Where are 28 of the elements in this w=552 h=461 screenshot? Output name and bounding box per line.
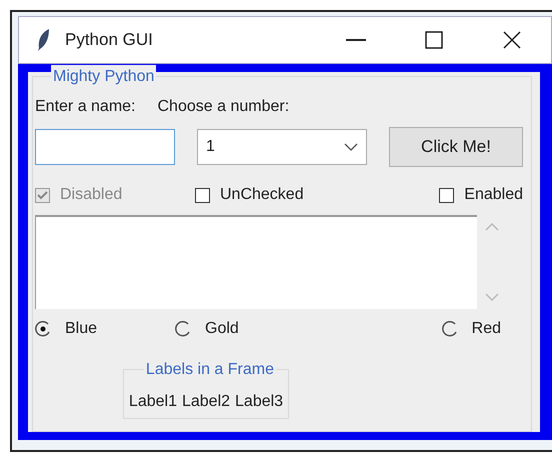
close-icon [503, 31, 521, 49]
text-area[interactable] [35, 215, 477, 309]
window-title: Python GUI [65, 29, 153, 52]
scroll-down-icon[interactable] [485, 293, 499, 301]
checkbox[interactable] [439, 188, 454, 202]
minimize-icon [346, 39, 366, 41]
dropdown-icon [344, 143, 358, 151]
checkbox[interactable] [195, 188, 210, 202]
radio-label: Blue [65, 319, 98, 339]
checkbox-label: UnChecked [220, 185, 304, 205]
click-me-button[interactable]: Click Me! [389, 127, 523, 167]
radio-label: Gold [205, 319, 239, 339]
name-label: Enter a name: [35, 97, 136, 117]
number-label: Choose a number: [158, 97, 290, 117]
label-text: Label1 [128, 392, 177, 412]
feather-icon [37, 28, 51, 52]
radio-button[interactable] [35, 321, 51, 337]
checkbox-label: Enabled [464, 185, 523, 205]
checkbox-label: Disabled [60, 185, 122, 205]
maximize-icon [425, 31, 443, 49]
scroll-up-icon[interactable] [485, 223, 499, 231]
radio-button[interactable] [442, 321, 458, 337]
radio-button[interactable] [175, 321, 191, 337]
label-text: Label3 [235, 392, 284, 412]
number-combobox[interactable]: 1 [197, 129, 367, 165]
name-field[interactable] [35, 129, 175, 165]
radio-label: Red [472, 319, 501, 339]
label-text: Label2 [182, 392, 230, 412]
